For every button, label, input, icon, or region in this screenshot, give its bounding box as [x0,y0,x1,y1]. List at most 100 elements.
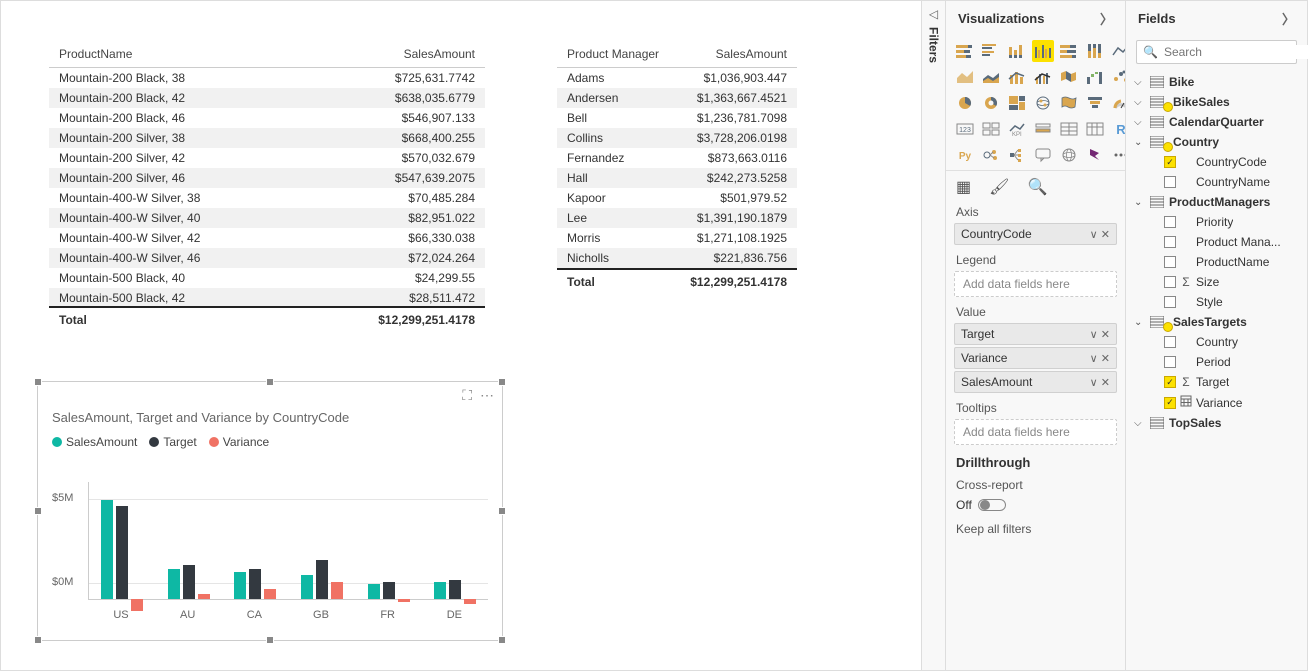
viz-type-icon[interactable] [980,40,1002,62]
table-row[interactable]: Andersen$1,363,667.4521 [557,88,797,108]
table-row[interactable]: Mountain-200 Silver, 46$547,639.2075 [49,168,485,188]
resize-handle[interactable] [34,378,42,386]
resize-handle[interactable] [498,636,506,644]
viz-type-icon[interactable] [1084,40,1106,62]
cross-report-toggle[interactable] [978,499,1006,511]
viz-type-icon[interactable] [1084,118,1106,140]
col-productname[interactable]: ProductName [49,41,269,68]
focus-mode-icon[interactable]: ⛶ [462,387,472,404]
table-row[interactable]: Mountain-500 Black, 42$28,511.472 [49,288,485,306]
resize-handle[interactable] [266,378,274,386]
viz-type-icon[interactable] [1084,144,1106,166]
product-table-visual[interactable]: ProductName SalesAmount Mountain-200 Bla… [49,41,485,331]
field-checkbox[interactable] [1164,176,1176,188]
resize-handle[interactable] [266,636,274,644]
viz-type-icon[interactable] [954,40,976,62]
viz-type-icon[interactable] [954,66,976,88]
viz-type-icon[interactable] [1110,92,1125,114]
table-row[interactable]: Nicholls$221,836.756 [557,248,797,269]
bar[interactable] [368,584,380,599]
resize-handle[interactable] [498,378,506,386]
table-node[interactable]: ⌵TopSales [1132,413,1301,433]
fields-search-input[interactable] [1164,45,1308,59]
table-row[interactable]: Collins$3,728,206.0198 [557,128,797,148]
bar[interactable] [316,560,328,599]
collapse-viz-icon[interactable]: 〉 [1100,9,1113,28]
table-row[interactable]: Kapoor$501,979.52 [557,188,797,208]
bar[interactable] [101,500,113,599]
viz-type-icon[interactable] [1058,66,1080,88]
viz-type-icon[interactable]: Py [954,144,976,166]
table-node[interactable]: ⌵BikeSales [1132,92,1301,112]
bar[interactable] [183,565,195,599]
table-node[interactable]: ⌵Bike [1132,72,1301,92]
table-row[interactable]: Morris$1,271,108.1925 [557,228,797,248]
field-checkbox[interactable] [1164,256,1176,268]
viz-type-icon[interactable] [1032,66,1054,88]
field-checkbox[interactable] [1164,276,1176,288]
bar[interactable] [449,580,461,599]
viz-type-icon[interactable] [1110,40,1125,62]
field-checkbox[interactable] [1164,356,1176,368]
bar[interactable] [116,506,128,599]
remove-value-icon[interactable]: ∨ ✕ [1090,328,1110,341]
fields-tab-icon[interactable]: ▦ [956,177,971,197]
table-row[interactable]: Mountain-400-W Silver, 46$72,024.264 [49,248,485,268]
field-checkbox[interactable] [1164,336,1176,348]
viz-type-icon[interactable] [1006,66,1028,88]
col-salesamount2[interactable]: SalesAmount [675,41,797,68]
field-checkbox[interactable]: ✓ [1164,397,1176,409]
filters-pane-collapsed[interactable]: ◁ Filters [921,1,945,670]
viz-type-icon[interactable] [1058,144,1080,166]
value-chip-target[interactable]: Target∨ ✕ [954,323,1117,345]
field-node[interactable]: Country [1132,332,1301,352]
viz-type-icon[interactable] [1006,144,1028,166]
viz-type-icon[interactable] [1006,40,1028,62]
viz-type-icon[interactable] [954,92,976,114]
field-checkbox[interactable] [1164,236,1176,248]
bar[interactable] [434,582,446,599]
bar[interactable] [464,599,476,604]
bar[interactable] [331,582,343,599]
table-row[interactable]: Mountain-200 Black, 38$725,631.7742 [49,68,485,88]
viz-type-icon[interactable] [1110,66,1125,88]
viz-type-icon[interactable] [1084,66,1106,88]
field-checkbox[interactable] [1164,216,1176,228]
bar[interactable] [398,599,410,602]
table-row[interactable]: Mountain-400-W Silver, 42$66,330.038 [49,228,485,248]
analytics-tab-icon[interactable]: 🔍 [1027,177,1047,197]
viz-type-icon[interactable] [980,92,1002,114]
viz-type-icon[interactable] [1032,92,1054,114]
table-row[interactable]: Mountain-400-W Silver, 38$70,485.284 [49,188,485,208]
viz-type-icon[interactable] [1084,92,1106,114]
viz-type-icon[interactable] [1110,144,1125,166]
axis-chip-countrycode[interactable]: CountryCode∨ ✕ [954,223,1117,245]
field-node[interactable]: ProductName [1132,252,1301,272]
table-row[interactable]: Mountain-500 Black, 40$24,299.55 [49,268,485,288]
manager-table-visual[interactable]: Product Manager SalesAmount Adams$1,036,… [557,41,797,292]
field-node[interactable]: Priority [1132,212,1301,232]
remove-value-icon[interactable]: ∨ ✕ [1090,376,1110,389]
format-tab-icon[interactable]: 🖌 [989,177,1009,197]
more-options-icon[interactable]: ⋯ [480,387,494,404]
viz-type-icon[interactable]: 123 [954,118,976,140]
resize-handle[interactable] [498,507,506,515]
legend-well[interactable]: Add data fields here [954,271,1117,297]
field-node[interactable]: ✓Variance [1132,392,1301,413]
table-row[interactable]: Mountain-200 Black, 42$638,035.6779 [49,88,485,108]
viz-type-icon[interactable]: KPI [1006,118,1028,140]
table-row[interactable]: Mountain-200 Black, 46$546,907.133 [49,108,485,128]
bar[interactable] [264,589,276,599]
viz-type-icon[interactable] [980,66,1002,88]
viz-type-icon[interactable] [980,144,1002,166]
table-row[interactable]: Mountain-400-W Silver, 40$82,951.022 [49,208,485,228]
table-node[interactable]: ⌵CalendarQuarter [1132,112,1301,132]
resize-handle[interactable] [34,636,42,644]
table-node[interactable]: ⌄Country [1132,132,1301,152]
bar[interactable] [249,569,261,599]
viz-type-icon[interactable]: R [1110,118,1125,140]
field-node[interactable]: ✓ΣTarget [1132,372,1301,392]
table-node[interactable]: ⌄ProductManagers [1132,192,1301,212]
table-row[interactable]: Bell$1,236,781.7098 [557,108,797,128]
table-row[interactable]: Mountain-200 Silver, 42$570,032.679 [49,148,485,168]
